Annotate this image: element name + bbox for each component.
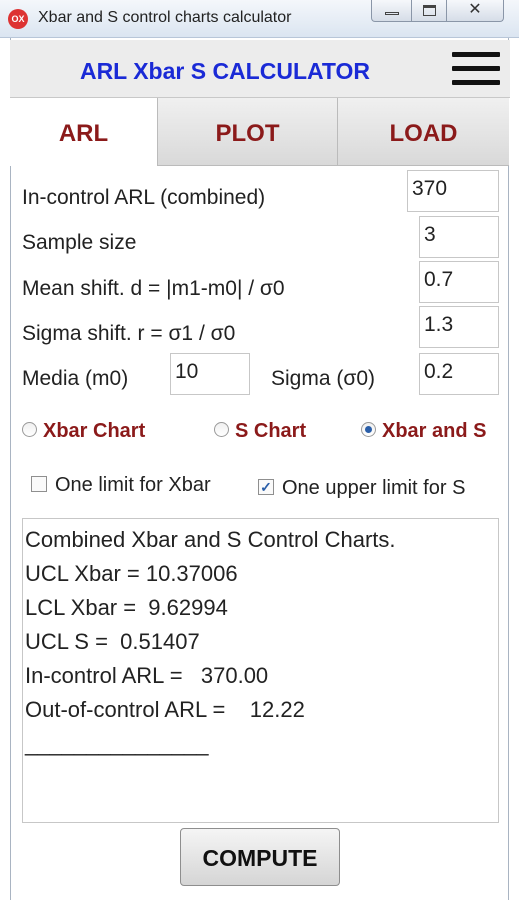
media-label: Media (m0): [22, 367, 129, 390]
media-input[interactable]: 10: [170, 353, 250, 395]
minimize-icon: [385, 12, 399, 15]
app-header: ARL Xbar S CALCULATOR: [10, 40, 510, 98]
compute-button[interactable]: COMPUTE: [180, 828, 340, 886]
app-icon: OX: [8, 9, 28, 29]
mean-shift-label: Mean shift. d = |m1-m0| / σ0: [22, 277, 285, 300]
sigma-shift-label: Sigma shift. r = σ1 / σ0: [22, 322, 236, 345]
menu-bar-line: [452, 66, 500, 71]
window-title: Xbar and S control charts calculator: [38, 9, 292, 26]
tab-arl[interactable]: ARL: [10, 98, 158, 166]
app-title: ARL Xbar S CALCULATOR: [79, 58, 371, 84]
maximize-icon: [423, 5, 436, 16]
hamburger-icon[interactable]: [450, 48, 502, 90]
sample-size-label: Sample size: [22, 231, 137, 254]
maximize-button[interactable]: [411, 0, 447, 22]
results-line: Combined Xbar and S Control Charts.: [25, 527, 396, 552]
checkbox-one-limit-xbar[interactable]: One limit for Xbar: [31, 474, 211, 497]
window-titlebar: OX Xbar and S control charts calculator …: [0, 0, 519, 38]
arl-input[interactable]: 370: [407, 170, 499, 212]
sigma-input[interactable]: 0.2: [419, 353, 499, 395]
checkbox-one-upper-limit-s-label: One upper limit for S: [282, 477, 466, 499]
mean-shift-input[interactable]: 0.7: [419, 261, 499, 303]
sample-size-input[interactable]: 3: [419, 216, 499, 258]
radio-xbar-and-s[interactable]: Xbar and S: [361, 420, 486, 446]
menu-bar-line: [452, 52, 500, 57]
checkbox-one-limit-xbar-label: One limit for Xbar: [55, 474, 211, 496]
checkbox-unchecked-icon: [31, 475, 47, 492]
radio-unchecked-icon: [214, 422, 229, 438]
close-icon: ✕: [468, 1, 482, 18]
results-separator: _______________: [25, 731, 209, 756]
menu-bar-line: [452, 80, 500, 85]
results-line: UCL S = 0.51407: [25, 629, 200, 654]
radio-s-chart-label: S Chart: [235, 420, 307, 442]
results-line: UCL Xbar = 10.37006: [25, 561, 238, 586]
radio-checked-icon: [361, 422, 376, 438]
radio-s-chart[interactable]: S Chart: [214, 420, 306, 446]
radio-xbar-chart[interactable]: Xbar Chart: [22, 420, 145, 446]
checkbox-one-upper-limit-s[interactable]: ✓ One upper limit for S: [258, 477, 465, 500]
tab-plot[interactable]: PLOT: [158, 98, 338, 166]
results-line: LCL Xbar = 9.62994: [25, 595, 228, 620]
sigma-shift-input[interactable]: 1.3: [419, 306, 499, 348]
sigma-label: Sigma (σ0): [271, 367, 375, 390]
arl-label: In-control ARL (combined): [22, 186, 266, 209]
results-line: Out-of-control ARL = 12.22: [25, 697, 305, 722]
minimize-button[interactable]: [371, 0, 412, 22]
results-line: In-control ARL = 370.00: [25, 663, 269, 688]
results-textarea[interactable]: Combined Xbar and S Control Charts. UCL …: [22, 518, 499, 823]
radio-xbar-chart-label: Xbar Chart: [43, 420, 146, 442]
checkmark-icon: ✓: [258, 478, 274, 495]
tab-load[interactable]: LOAD: [338, 98, 509, 166]
radio-xbar-and-s-label: Xbar and S: [382, 420, 487, 442]
close-button[interactable]: ✕: [446, 0, 504, 22]
radio-unchecked-icon: [22, 422, 37, 438]
